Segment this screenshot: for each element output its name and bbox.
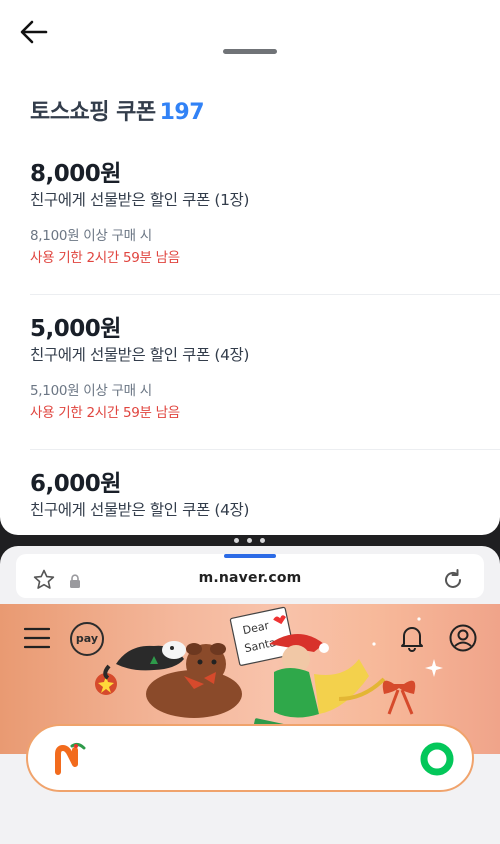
- url-text: m.naver.com: [198, 570, 302, 586]
- browser-window: m.naver.com pay Dear Santa: [0, 546, 500, 844]
- coupon-count: 197: [159, 100, 205, 125]
- hamburger-menu-icon[interactable]: [24, 626, 50, 650]
- page-title: 토스쇼핑 쿠폰 197: [30, 94, 205, 126]
- coupon-expiry: 사용 기한 2시간 59분 남음: [30, 250, 180, 266]
- coupon-amount: 5,000원: [30, 316, 121, 342]
- coupon-condition: 5,100원 이상 구매 시: [30, 383, 152, 399]
- coupon-amount: 6,000원: [30, 471, 121, 497]
- naver-search-box[interactable]: [26, 724, 474, 792]
- coupon-item[interactable]: 6,000원 친구에게 선물받은 할인 쿠폰 (4장): [30, 450, 500, 535]
- coupon-description: 친구에게 선물받은 할인 쿠폰 (4장): [30, 346, 250, 364]
- coupon-list: 8,000원 친구에게 선물받은 할인 쿠폰 (1장) 8,100원 이상 구매…: [0, 140, 500, 535]
- coupon-expiry: 사용 기한 2시간 59분 남음: [30, 405, 180, 421]
- coupon-description: 친구에게 선물받은 할인 쿠폰 (1장): [30, 191, 250, 209]
- reload-icon[interactable]: [440, 567, 466, 593]
- coupon-description: 친구에게 선물받은 할인 쿠폰 (4장): [30, 501, 250, 519]
- sheet-grabber[interactable]: [223, 49, 277, 54]
- back-arrow-icon[interactable]: [18, 18, 50, 46]
- toss-coupon-sheet: 토스쇼핑 쿠폰 197 8,000원 친구에게 선물받은 할인 쿠폰 (1장) 8…: [0, 0, 500, 535]
- window-indicator[interactable]: [224, 554, 276, 558]
- naver-logo: [55, 742, 86, 775]
- coupon-condition: 8,100원 이상 구매 시: [30, 228, 152, 244]
- title-text: 토스쇼핑 쿠폰: [30, 100, 156, 125]
- bell-icon[interactable]: [399, 624, 425, 652]
- address-bar[interactable]: m.naver.com: [16, 554, 484, 598]
- coupon-item[interactable]: 8,000원 친구에게 선물받은 할인 쿠폰 (1장) 8,100원 이상 구매…: [30, 140, 500, 295]
- split-screen-handle[interactable]: [232, 538, 268, 544]
- coupon-amount: 8,000원: [30, 161, 121, 187]
- coupon-item[interactable]: 5,000원 친구에게 선물받은 할인 쿠폰 (4장) 5,100원 이상 구매…: [30, 295, 500, 450]
- green-lens-icon[interactable]: [420, 742, 454, 776]
- profile-icon[interactable]: [449, 624, 477, 652]
